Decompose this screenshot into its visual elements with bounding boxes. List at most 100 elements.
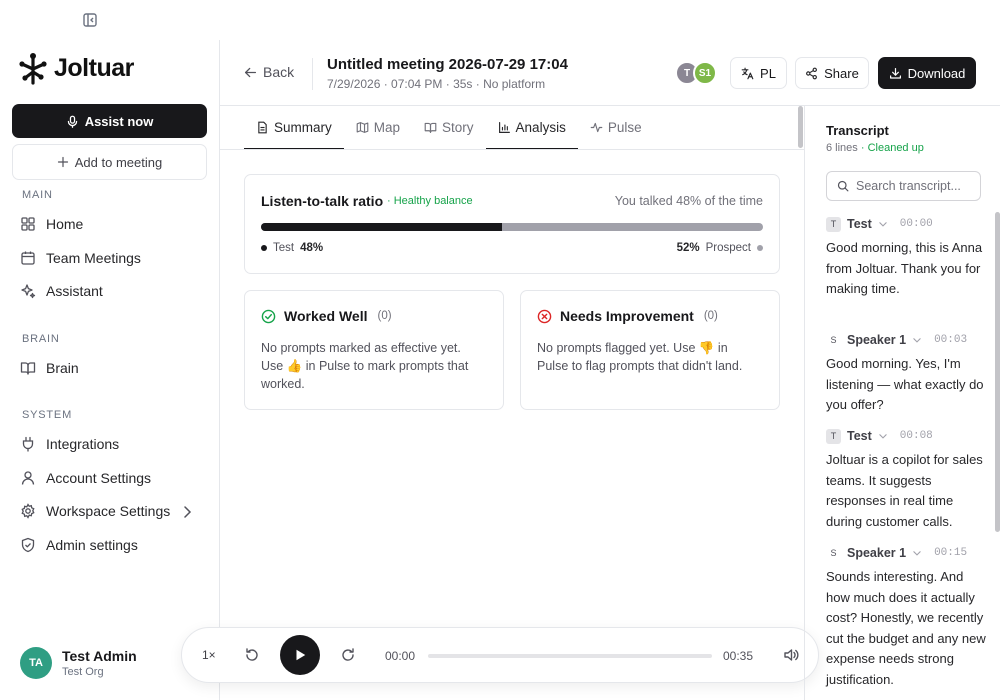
search-placeholder: Search transcript... [856, 179, 961, 193]
sidebar-toggle-icon[interactable] [82, 12, 98, 28]
participant-avatars[interactable]: T S1 [675, 61, 717, 85]
sidebar-item-workspace-settings[interactable]: Workspace Settings [12, 496, 207, 526]
sidebar-item-label: Admin settings [46, 537, 138, 553]
seek-bar[interactable] [428, 654, 712, 658]
sidebar-item-brain[interactable]: Brain [12, 353, 207, 383]
sidebar-item-label: Workspace Settings [46, 503, 171, 519]
transcript-line[interactable]: S Speaker 1 00:15 Sounds interesting. An… [826, 545, 986, 690]
play-button[interactable] [280, 635, 320, 675]
transcript-panel: Transcript 6 lines · Cleaned up Search t… [804, 106, 1000, 700]
timestamp[interactable]: 00:03 [934, 334, 967, 346]
transcript-line-count: 6 lines [826, 142, 858, 154]
chevron-right-icon[interactable] [179, 504, 195, 520]
legend-dot-dark [261, 245, 267, 251]
volume-icon[interactable] [783, 647, 799, 663]
chevron-down-icon[interactable] [912, 335, 922, 345]
page-title: Untitled meeting 2026-07-29 17:04 [327, 56, 568, 73]
sidebar-item-team-meetings[interactable]: Team Meetings [12, 243, 207, 273]
plug-icon [22, 436, 34, 452]
tab-label: Analysis [515, 120, 566, 135]
main-scrollbar[interactable] [798, 106, 803, 148]
timestamp[interactable]: 00:00 [900, 218, 933, 230]
header-divider [312, 58, 313, 90]
add-to-meeting-button[interactable]: Add to meeting [12, 144, 207, 180]
joltuar-logo-icon [19, 53, 47, 85]
map-icon [356, 122, 369, 133]
assist-now-button[interactable]: Assist now [12, 104, 207, 138]
speaker-name: Speaker 1 [847, 333, 907, 347]
speaker-name: Test [847, 217, 872, 231]
sidebar-item-assistant[interactable]: Assistant [12, 276, 207, 306]
back-button[interactable]: Back [244, 64, 294, 80]
user-name: Test Admin [62, 648, 137, 664]
sidebar-item-integrations[interactable]: Integrations [12, 429, 207, 459]
sidebar-item-home[interactable]: Home [12, 209, 207, 239]
legend-you-label: Test [273, 242, 295, 254]
audio-player: 1× 00:00 00:35 [181, 627, 819, 683]
duration: 00:35 [723, 649, 754, 663]
section-label-brain: BRAIN [22, 333, 60, 345]
sidebar: Joltuar Assist now Add to meeting MAIN H… [0, 40, 220, 700]
tab-summary[interactable]: Summary [244, 106, 344, 150]
transcript-search-input[interactable]: Search transcript... [826, 171, 981, 201]
brand-name: Joltuar [54, 53, 134, 82]
brand-logo[interactable]: Joltuar [16, 50, 134, 86]
tab-story[interactable]: Story [412, 106, 486, 149]
sidebar-item-label: Team Meetings [46, 250, 141, 266]
sidebar-item-label: Account Settings [46, 470, 152, 486]
transcript-line[interactable]: S Speaker 1 00:03 Good morning. Yes, I'm… [826, 332, 986, 416]
speaker-badge: S [830, 548, 837, 558]
ratio-title: Listen-to-talk ratio [261, 193, 384, 209]
sidebar-item-account-settings[interactable]: Account Settings [12, 463, 207, 493]
transcript-title: Transcript [826, 123, 889, 138]
sidebar-item-admin-settings[interactable]: Admin settings [12, 530, 207, 560]
download-button[interactable]: Download [878, 57, 976, 89]
listen-talk-ratio-card: Listen-to-talk ratio · Healthy balance Y… [244, 174, 780, 274]
tab-label: Summary [274, 120, 332, 135]
transcript-line[interactable]: T Test 00:00 Good morning, this is Anna … [826, 216, 986, 300]
speaker-badge: S [830, 335, 837, 345]
worked-well-card: Worked Well (0) No prompts marked as eff… [244, 290, 504, 410]
microphone-icon [67, 115, 77, 128]
tab-label: Pulse [607, 120, 642, 135]
sparkles-icon [21, 284, 36, 299]
user-profile[interactable]: TA Test Admin Test Org [20, 647, 137, 679]
chevron-down-icon[interactable] [878, 219, 888, 229]
language-button[interactable]: PL [730, 57, 787, 89]
rewind-icon[interactable] [244, 647, 260, 663]
legend-you: Test 48% [261, 242, 323, 254]
sidebar-item-label: Home [46, 216, 84, 232]
transcript-text: Sounds interesting. And how much does it… [826, 569, 986, 687]
add-to-meeting-label: Add to meeting [74, 154, 163, 170]
worked-well-body: No prompts marked as effective yet. Use … [261, 341, 469, 391]
legend-prospect-pct: 52% [676, 242, 700, 254]
document-icon [258, 121, 267, 134]
x-circle-icon [537, 309, 552, 323]
ratio-summary: You talked 48% of the time [614, 194, 763, 208]
play-icon [296, 649, 306, 661]
legend-you-pct: 48% [300, 242, 324, 254]
speaker-badge: T [826, 216, 841, 232]
playback-speed-button[interactable]: 1× [202, 648, 216, 662]
download-icon [889, 67, 901, 79]
share-button[interactable]: Share [795, 57, 869, 89]
timestamp[interactable]: 00:08 [900, 430, 933, 442]
transcript-status: · Cleaned up [860, 142, 924, 154]
transcript-line[interactable]: T Test 00:08 Joltuar is a copilot for sa… [826, 428, 986, 532]
bar-chart-icon [498, 122, 510, 133]
transcript-meta: 6 lines · Cleaned up [826, 142, 924, 154]
chevron-down-icon[interactable] [878, 431, 888, 441]
forward-icon[interactable] [340, 647, 356, 663]
speaker-name: Test [847, 429, 872, 443]
user-org: Test Org [62, 666, 104, 678]
activity-icon [590, 122, 603, 133]
tab-analysis[interactable]: Analysis [485, 106, 579, 150]
tab-map[interactable]: Map [344, 106, 412, 149]
transcript-text: Good morning, this is Anna from Joltuar.… [826, 240, 983, 296]
share-icon [806, 67, 818, 79]
assist-now-label: Assist now [84, 113, 154, 129]
transcript-scrollbar[interactable] [995, 212, 1000, 532]
chevron-down-icon[interactable] [912, 548, 922, 558]
tab-pulse[interactable]: Pulse [578, 106, 654, 149]
timestamp[interactable]: 00:15 [934, 547, 967, 559]
